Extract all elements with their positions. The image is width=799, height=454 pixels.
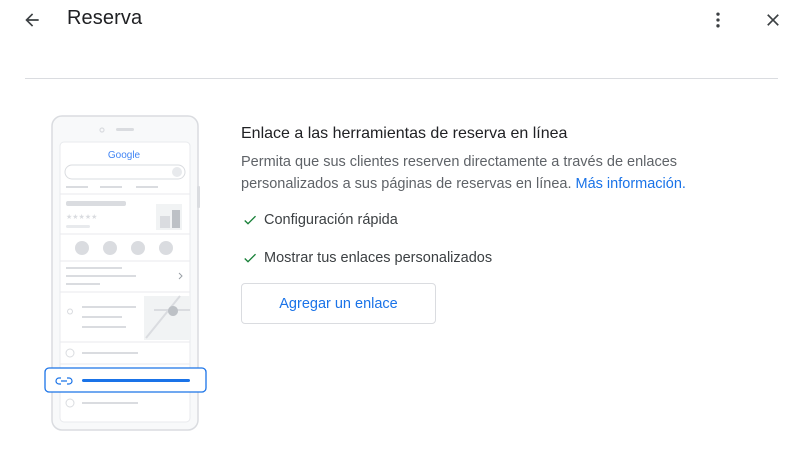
more-vert-icon xyxy=(716,12,720,28)
check-icon xyxy=(241,249,259,267)
section-description: Permita que sus clientes reserven direct… xyxy=(241,151,761,195)
page-title: Reserva xyxy=(67,7,143,29)
section-heading: Enlace a las herramientas de reserva en … xyxy=(241,125,568,142)
illustration-brand: Google xyxy=(108,150,141,161)
more-info-link[interactable]: Más información. xyxy=(576,176,686,192)
svg-text:★★★★★: ★★★★★ xyxy=(66,213,97,221)
main-content: Enlace a las herramientas de reserva en … xyxy=(241,122,781,324)
more-options-button[interactable] xyxy=(704,6,732,34)
add-link-button[interactable]: Agregar un enlace xyxy=(241,283,436,324)
header-divider xyxy=(25,78,778,79)
feature-list: Configuración rápida Mostrar tus enlaces… xyxy=(241,209,781,269)
back-button[interactable] xyxy=(18,6,46,34)
phone-illustration: Google ★★★★★ xyxy=(40,112,220,434)
check-icon xyxy=(241,211,259,229)
app-header: Reserva xyxy=(0,0,799,40)
feature-label: Mostrar tus enlaces personalizados xyxy=(264,250,493,266)
feature-item: Mostrar tus enlaces personalizados xyxy=(241,247,781,269)
close-icon xyxy=(767,14,779,26)
close-button[interactable] xyxy=(759,6,787,34)
feature-item: Configuración rápida xyxy=(241,209,781,231)
arrow-back-icon xyxy=(25,13,39,27)
phone-illustration-graphic: Google ★★★★★ xyxy=(44,115,207,431)
feature-label: Configuración rápida xyxy=(264,212,398,228)
